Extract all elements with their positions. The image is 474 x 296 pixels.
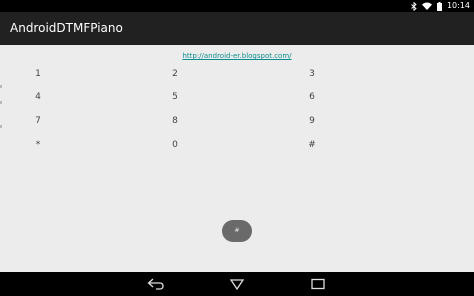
wifi-icon <box>421 2 432 10</box>
app-title: AndroidDTMFPiano <box>10 21 123 35</box>
key-pound[interactable]: # <box>292 135 332 155</box>
recents-button[interactable] <box>306 275 330 293</box>
back-button[interactable] <box>144 275 168 293</box>
blog-link[interactable]: http://android-er.blogspot.com/ <box>0 52 474 60</box>
key-3[interactable]: 3 <box>292 64 332 84</box>
edge-mark <box>0 101 2 104</box>
home-icon <box>229 275 245 294</box>
floating-pound-button[interactable]: # <box>222 220 252 242</box>
home-button[interactable] <box>225 275 249 293</box>
status-bar: 10:14 <box>0 0 474 12</box>
clock: 10:14 <box>446 1 470 10</box>
key-5[interactable]: 5 <box>155 87 195 107</box>
key-7[interactable]: 7 <box>18 111 58 131</box>
battery-icon <box>436 1 442 11</box>
action-bar: AndroidDTMFPiano <box>0 12 474 45</box>
bluetooth-icon <box>411 1 417 11</box>
key-2[interactable]: 2 <box>155 64 195 84</box>
key-4[interactable]: 4 <box>18 87 58 107</box>
recents-icon <box>310 275 326 294</box>
edge-mark <box>0 125 2 128</box>
key-star[interactable]: * <box>18 135 58 155</box>
edge-mark <box>0 85 2 88</box>
key-0[interactable]: 0 <box>155 135 195 155</box>
key-9[interactable]: 9 <box>292 111 332 131</box>
navigation-bar <box>0 272 474 296</box>
key-8[interactable]: 8 <box>155 111 195 131</box>
main-content: http://android-er.blogspot.com/ 1 2 3 4 … <box>0 45 474 272</box>
key-1[interactable]: 1 <box>18 64 58 84</box>
status-icons: 10:14 <box>411 0 470 12</box>
back-icon <box>147 275 165 294</box>
key-6[interactable]: 6 <box>292 87 332 107</box>
